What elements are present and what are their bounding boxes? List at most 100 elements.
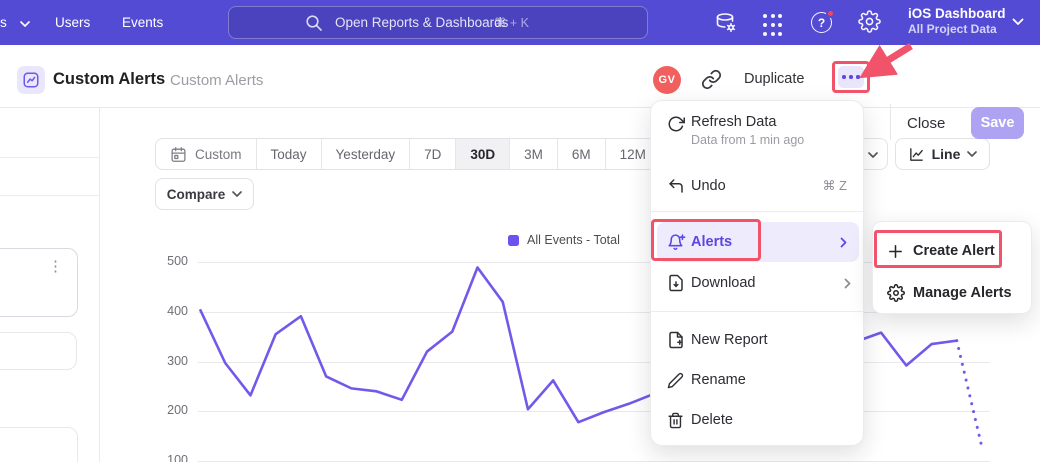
menu-item-download[interactable]: Download bbox=[651, 269, 863, 297]
range-7d[interactable]: 7D bbox=[409, 139, 455, 169]
report-type-icon bbox=[17, 66, 45, 94]
database-icon bbox=[714, 11, 738, 35]
chart-type-button[interactable]: Line bbox=[895, 138, 990, 170]
new-report-label: New Report bbox=[691, 332, 768, 348]
download-label: Download bbox=[691, 275, 756, 291]
data-management-icon[interactable] bbox=[714, 11, 738, 35]
search-shortcut: ⌘ + K bbox=[494, 15, 529, 30]
header-divider bbox=[890, 104, 891, 140]
ellipsis-dot bbox=[842, 75, 846, 79]
undo-shortcut: ⌘ Z bbox=[822, 178, 847, 194]
settings-gear-icon[interactable] bbox=[858, 10, 882, 34]
apps-grid-icon[interactable] bbox=[763, 14, 787, 38]
legend-item[interactable]: All Events - Total bbox=[508, 233, 620, 247]
menu-separator bbox=[651, 211, 863, 212]
menu-item-new-report[interactable]: New Report bbox=[651, 326, 863, 354]
range-today[interactable]: Today bbox=[256, 139, 321, 169]
chevron-down-icon bbox=[868, 152, 878, 158]
y-axis-label: 500 bbox=[148, 254, 188, 268]
gridline bbox=[198, 362, 990, 363]
help-icon[interactable]: ? bbox=[811, 12, 832, 33]
menu-item-alerts[interactable]: Alerts bbox=[657, 222, 859, 262]
nav-item-clipped[interactable]: s bbox=[0, 0, 30, 45]
alerts-label: Alerts bbox=[691, 234, 732, 250]
insights-chart-icon bbox=[22, 71, 40, 89]
submenu-item-manage-alerts[interactable]: Manage Alerts bbox=[873, 276, 1031, 310]
nav-item-events[interactable]: Events bbox=[122, 0, 163, 45]
plus-icon bbox=[887, 242, 906, 261]
legend-swatch bbox=[508, 235, 519, 246]
range-30d-selected[interactable]: 30D bbox=[455, 139, 509, 169]
undo-label: Undo bbox=[691, 178, 726, 194]
y-axis-label: 100 bbox=[148, 453, 188, 462]
breadcrumb: Custom Alerts bbox=[170, 72, 263, 89]
y-axis-label: 300 bbox=[148, 354, 188, 368]
search-icon bbox=[305, 14, 323, 32]
bell-plus-icon bbox=[667, 233, 686, 252]
range-3m[interactable]: 3M bbox=[509, 139, 557, 169]
more-options-button[interactable] bbox=[838, 66, 864, 88]
submenu-item-create-alert[interactable]: Create Alert bbox=[873, 234, 1031, 268]
range-custom[interactable]: Custom bbox=[156, 139, 256, 169]
avatar[interactable]: GV bbox=[653, 66, 681, 94]
report-header: Custom Alerts Custom Alerts GV Duplicate… bbox=[0, 45, 1040, 108]
create-alert-label: Create Alert bbox=[913, 243, 995, 259]
gridline bbox=[198, 312, 990, 313]
y-axis-label: 400 bbox=[148, 304, 188, 318]
legend-label: All Events - Total bbox=[527, 233, 620, 247]
grid-dot bbox=[763, 14, 767, 18]
link-icon bbox=[701, 69, 722, 90]
submenu-arrow-icon bbox=[844, 278, 851, 289]
search-placeholder: Open Reports & Dashboards bbox=[335, 15, 508, 30]
menu-item-rename[interactable]: Rename bbox=[651, 366, 863, 394]
refresh-icon bbox=[667, 114, 686, 133]
undo-icon bbox=[667, 177, 686, 196]
grid-dot bbox=[771, 14, 775, 18]
nav-item-users[interactable]: Users bbox=[55, 0, 90, 45]
duplicate-button[interactable]: Duplicate bbox=[744, 71, 804, 87]
date-range-segmented-control: Custom Today Yesterday 7D 30D 3M 6M 12M bbox=[155, 138, 661, 170]
line-chart-icon bbox=[908, 146, 925, 163]
chart-type-label: Line bbox=[932, 146, 961, 162]
project-chevron-down-icon[interactable] bbox=[1012, 18, 1024, 26]
grid-dot bbox=[778, 14, 782, 18]
project-switcher[interactable]: iOS Dashboard All Project Data bbox=[908, 6, 1006, 36]
ellipsis-dot bbox=[849, 75, 853, 79]
chevron-down-icon bbox=[20, 21, 30, 27]
range-yesterday[interactable]: Yesterday bbox=[321, 139, 410, 169]
grid-dot bbox=[778, 23, 782, 27]
menu-item-refresh-data[interactable]: Refresh Data Data from 1 min ago bbox=[651, 111, 863, 155]
project-name: iOS Dashboard bbox=[908, 6, 1006, 22]
calendar-icon bbox=[170, 146, 187, 163]
range-6m[interactable]: 6M bbox=[557, 139, 605, 169]
grid-dot bbox=[763, 23, 767, 27]
chevron-down-icon bbox=[232, 191, 242, 197]
save-button[interactable]: Save bbox=[971, 107, 1024, 139]
new-file-icon bbox=[667, 331, 686, 350]
gear-icon bbox=[858, 10, 881, 33]
ellipsis-dot bbox=[856, 75, 860, 79]
rename-label: Rename bbox=[691, 372, 746, 388]
alerts-submenu: Create Alert Manage Alerts bbox=[872, 221, 1032, 314]
download-file-icon bbox=[667, 274, 686, 293]
top-nav-bar: s Users Events Open Reports & Dashboards… bbox=[0, 0, 1040, 45]
notification-dot bbox=[826, 9, 835, 18]
project-scope: All Project Data bbox=[908, 22, 1006, 36]
copy-link-button[interactable] bbox=[701, 69, 723, 91]
compare-button[interactable]: Compare bbox=[155, 178, 254, 210]
y-axis-label: 200 bbox=[148, 403, 188, 417]
page-title: Custom Alerts bbox=[53, 70, 165, 89]
compare-label: Compare bbox=[167, 187, 226, 202]
close-button[interactable]: Close bbox=[907, 115, 945, 132]
refresh-label: Refresh Data bbox=[691, 114, 776, 130]
menu-separator bbox=[651, 311, 863, 312]
menu-item-delete[interactable]: Delete bbox=[651, 406, 863, 434]
grid-dot bbox=[763, 32, 767, 36]
search-bar[interactable]: Open Reports & Dashboards ⌘ + K bbox=[228, 6, 648, 39]
grid-dot bbox=[771, 23, 775, 27]
delete-label: Delete bbox=[691, 412, 733, 428]
menu-item-undo[interactable]: Undo ⌘ Z bbox=[651, 172, 863, 200]
report-context-menu: Refresh Data Data from 1 min ago Undo ⌘ … bbox=[650, 100, 864, 446]
manage-alerts-label: Manage Alerts bbox=[913, 285, 1012, 301]
nav-item-clipped-label: s bbox=[0, 15, 7, 30]
